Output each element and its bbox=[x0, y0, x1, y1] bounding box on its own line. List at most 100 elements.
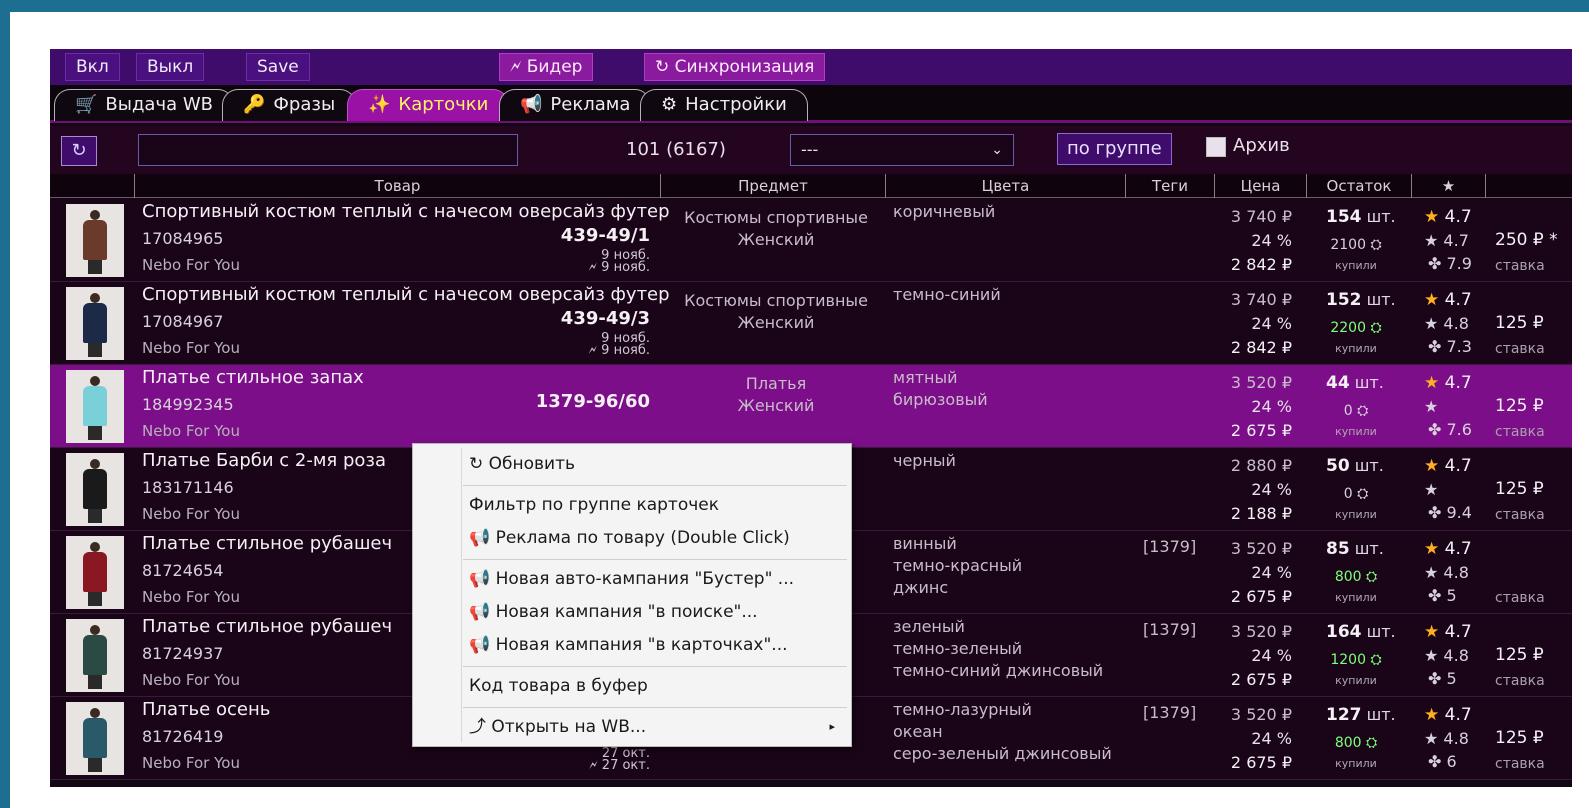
column-product[interactable]: Товар bbox=[134, 174, 660, 198]
bought-label: купили bbox=[1335, 342, 1377, 355]
color-item: черный bbox=[893, 451, 956, 470]
product-bid[interactable]: 125 ₽ bbox=[1495, 479, 1544, 499]
product-date-bidder: 🗲 9 нояб. bbox=[588, 260, 650, 275]
product-bought: 0 ⛭ bbox=[1343, 486, 1369, 502]
product-thumbnail bbox=[66, 204, 124, 277]
product-discount: 24 % bbox=[1251, 729, 1292, 748]
star-icon: ★ bbox=[1424, 705, 1445, 725]
product-thumbnail bbox=[66, 536, 124, 609]
color-item: серо-зеленый джинсовый bbox=[893, 744, 1112, 763]
product-final-price: 2 675 ₽ bbox=[1230, 753, 1292, 772]
gear-icon: ⚙ bbox=[661, 94, 678, 115]
product-rating: ★ 4.7 bbox=[1424, 373, 1472, 393]
product-brand: Nebo For You bbox=[142, 422, 240, 440]
column-tags[interactable]: Теги bbox=[1125, 174, 1214, 198]
column-stock[interactable]: Остаток bbox=[1306, 174, 1411, 198]
menu-item-filter-group[interactable]: Фильтр по группе карточек bbox=[469, 491, 845, 519]
product-price: 3 740 ₽ bbox=[1230, 207, 1292, 226]
product-thumbnail bbox=[66, 702, 124, 775]
product-rating-secondary: ★ 4.7 bbox=[1424, 231, 1469, 250]
product-nm-id: 184992345 bbox=[142, 395, 234, 414]
color-item: бирюзовый bbox=[893, 390, 988, 409]
product-position: ✤ 7.6 bbox=[1428, 420, 1472, 439]
product-bid[interactable]: 125 ₽ bbox=[1495, 645, 1544, 665]
product-rating: ★ 4.7 bbox=[1424, 705, 1472, 725]
megaphone-icon: 📢 bbox=[520, 94, 543, 115]
product-price: 3 520 ₽ bbox=[1230, 705, 1292, 724]
product-colors: коричневый bbox=[893, 201, 995, 223]
menu-item-open-wb[interactable]: ⤴ Открыть на WB... ▸ bbox=[469, 713, 845, 741]
column-bid[interactable] bbox=[1485, 174, 1572, 198]
product-bid[interactable]: 125 ₽ bbox=[1495, 728, 1544, 748]
product-nm-id: 81724654 bbox=[142, 561, 224, 580]
menu-gutter bbox=[461, 448, 462, 742]
table-row[interactable]: Спортивный костюм теплый с начесом оверс… bbox=[50, 282, 1572, 365]
tab-phrases[interactable]: 🔑 Фразы bbox=[222, 89, 357, 121]
menu-item-ads-product[interactable]: 📢 Реклама по товару (Double Click) bbox=[469, 524, 845, 552]
tab-wb-results[interactable]: 🛒 Выдача WB bbox=[54, 89, 234, 121]
product-bid[interactable]: 250 ₽ * bbox=[1495, 230, 1558, 250]
group-select[interactable]: --- ⌄ bbox=[790, 134, 1014, 166]
tab-cards[interactable]: ✨ Карточки bbox=[347, 89, 510, 121]
bid-label: ставка bbox=[1495, 756, 1545, 772]
stock-unit: шт. bbox=[1361, 622, 1396, 641]
tab-settings[interactable]: ⚙ Настройки bbox=[640, 89, 808, 121]
product-subject: Платья Женский bbox=[670, 373, 882, 417]
stock-value: 50 bbox=[1326, 456, 1350, 476]
menu-item-copy-code[interactable]: Код товара в буфер bbox=[469, 672, 845, 700]
product-brand: Nebo For You bbox=[142, 505, 240, 523]
menu-item-new-search-campaign[interactable]: 📢 Новая кампания "в поиске"... bbox=[469, 598, 845, 626]
refresh-button[interactable]: ↻ bbox=[61, 136, 97, 166]
by-group-button[interactable]: по группе bbox=[1057, 133, 1172, 165]
column-price[interactable]: Цена bbox=[1214, 174, 1306, 198]
product-name: Платье Барби с 2-мя роза bbox=[142, 450, 387, 471]
menu-item-new-auto-campaign[interactable]: 📢 Новая авто-кампания "Бустер" ... bbox=[469, 565, 845, 593]
submenu-arrow-icon: ▸ bbox=[829, 720, 835, 733]
sparkles-icon: ✨ bbox=[368, 94, 391, 115]
table-row[interactable]: Платье стильное запах 184992345 Nebo For Y… bbox=[50, 365, 1572, 448]
product-article: 439-49/3 bbox=[560, 308, 650, 329]
column-rating[interactable]: ★ bbox=[1411, 174, 1485, 198]
sync-button[interactable]: ↻ Синхронизация bbox=[644, 53, 826, 81]
product-rating: ★ 4.7 bbox=[1424, 290, 1472, 310]
tab-ads[interactable]: 📢 Реклама bbox=[499, 89, 652, 121]
stock-unit: шт. bbox=[1349, 456, 1384, 475]
color-item: джинс bbox=[893, 578, 949, 597]
save-button[interactable]: Save bbox=[246, 53, 310, 81]
product-bought: 2200 ⛭ bbox=[1330, 320, 1382, 336]
bidder-button[interactable]: 🗲 Бидер bbox=[499, 53, 594, 81]
archive-label: Архив bbox=[1233, 135, 1290, 156]
group-select-value: --- bbox=[801, 140, 819, 159]
stock-value: 154 bbox=[1326, 207, 1362, 227]
color-item: темно-синий джинсовый bbox=[893, 661, 1104, 680]
product-rating: ★ 4.7 bbox=[1424, 456, 1472, 476]
product-final-price: 2 675 ₽ bbox=[1230, 587, 1292, 606]
product-position: ✤ 5 bbox=[1428, 669, 1457, 688]
column-colors[interactable]: Цвета bbox=[885, 174, 1125, 198]
tab-label: Реклама bbox=[550, 94, 631, 115]
archive-checkbox[interactable] bbox=[1206, 137, 1226, 157]
bid-label: ставка bbox=[1495, 341, 1545, 357]
color-item: мятный bbox=[893, 368, 958, 387]
color-item: океан bbox=[893, 722, 943, 741]
product-bid[interactable]: 125 ₽ bbox=[1495, 313, 1544, 333]
bought-label: купили bbox=[1335, 508, 1377, 521]
menu-item-new-cards-campaign[interactable]: 📢 Новая кампания "в карточках"... bbox=[469, 631, 845, 659]
search-input[interactable] bbox=[138, 134, 518, 166]
off-button[interactable]: Выкл bbox=[136, 53, 205, 81]
color-item: темно-синий bbox=[893, 285, 1001, 304]
bought-label: купили bbox=[1335, 591, 1377, 604]
product-name: Спортивный костюм теплый с начесом оверс… bbox=[142, 201, 670, 222]
product-bought: 0 ⛭ bbox=[1343, 403, 1369, 419]
on-button[interactable]: Вкл bbox=[65, 53, 120, 81]
menu-item-label: ⤴ Открыть на WB... bbox=[469, 717, 647, 737]
column-subject[interactable]: Предмет bbox=[660, 174, 885, 198]
menu-item-refresh[interactable]: ↻ Обновить bbox=[469, 450, 845, 478]
subject-gender: Женский bbox=[737, 396, 815, 415]
stock-unit: шт. bbox=[1361, 705, 1396, 724]
product-bid[interactable]: 125 ₽ bbox=[1495, 396, 1544, 416]
table-header: Товар Предмет Цвета Теги Цена Остаток ★ bbox=[50, 174, 1572, 198]
color-item: зеленый bbox=[893, 617, 965, 636]
table-row[interactable]: Спортивный костюм теплый с начесом оверс… bbox=[50, 199, 1572, 282]
product-discount: 24 % bbox=[1251, 397, 1292, 416]
